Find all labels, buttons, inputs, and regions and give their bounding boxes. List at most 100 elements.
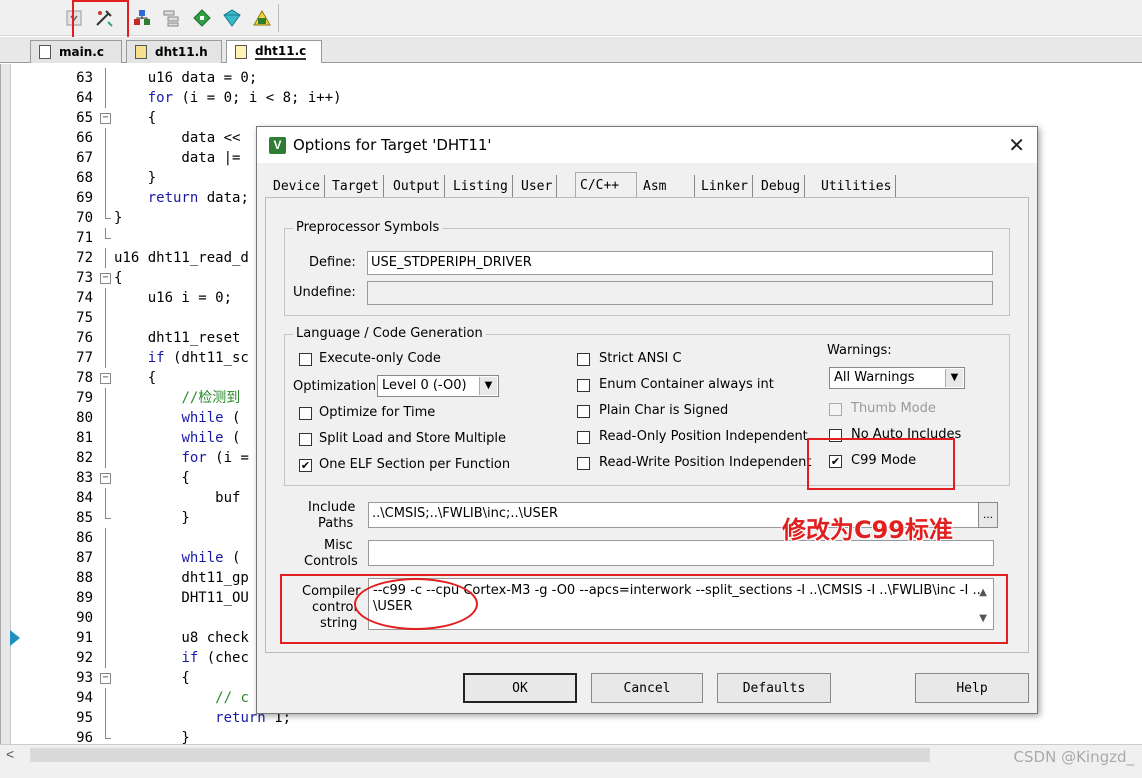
code-text: { <box>114 110 157 126</box>
optimization-value: Level 0 (-O0) <box>382 378 467 393</box>
horizontal-scrollbar[interactable]: < <box>0 744 1142 764</box>
code-text: return data; <box>147 190 249 206</box>
code-text: { <box>114 470 190 486</box>
tab-c-cpp[interactable]: C/C++ <box>575 172 637 197</box>
tab-output[interactable]: Output <box>389 175 445 197</box>
line-number: 67 <box>76 150 93 166</box>
undefine-input[interactable] <box>367 281 993 305</box>
dialog-title-bar[interactable]: V Options for Target 'DHT11' ✕ <box>257 127 1037 163</box>
tab-asm[interactable]: Asm <box>639 175 695 197</box>
tab-label: dht11.h <box>155 45 208 59</box>
include-label-line2: Paths <box>318 516 354 531</box>
enum-container-checkbox[interactable] <box>577 379 590 392</box>
execute-only-label: Execute-only Code <box>319 351 441 366</box>
tab-user[interactable]: User <box>517 175 558 197</box>
code-line[interactable]: 63 u16 data = 0; <box>11 68 1131 88</box>
fold-toggle-icon[interactable]: − <box>100 113 111 124</box>
code-line[interactable]: 64 for (i = 0; i < 8; i++) <box>11 88 1131 108</box>
fold-toggle-icon[interactable]: − <box>100 473 111 484</box>
code-line[interactable]: 65− { <box>11 108 1131 128</box>
fold-guide <box>105 188 106 208</box>
warnings-select[interactable]: All Warnings ▼ <box>829 367 965 389</box>
cancel-button[interactable]: Cancel <box>591 673 703 703</box>
split-load-checkbox[interactable] <box>299 433 312 446</box>
watermark: CSDN @Kingzd_ <box>1013 748 1134 766</box>
execute-only-checkbox[interactable] <box>299 353 312 366</box>
current-line-arrow-icon <box>10 630 20 646</box>
code-text: { <box>114 370 157 386</box>
close-icon[interactable]: ✕ <box>1008 133 1025 157</box>
tab-utilities[interactable]: Utilities <box>817 175 897 197</box>
fold-guide <box>105 488 106 508</box>
ro-pi-checkbox[interactable] <box>577 431 590 444</box>
fold-toggle-icon[interactable]: − <box>100 273 111 284</box>
ok-button[interactable]: OK <box>463 673 577 703</box>
defaults-button[interactable]: Defaults <box>717 673 831 703</box>
toolbar <box>0 0 1142 36</box>
strict-ansi-checkbox[interactable] <box>577 353 590 366</box>
help-button[interactable]: Help <box>915 673 1029 703</box>
fold-toggle-icon[interactable]: − <box>100 673 111 684</box>
line-number: 71 <box>76 230 93 246</box>
fold-end-marker <box>105 228 111 239</box>
fold-guide <box>105 568 106 588</box>
code-text: data << <box>114 130 241 146</box>
one-elf-checkbox[interactable]: ✔ <box>299 459 312 472</box>
optimization-select[interactable]: Level 0 (-O0) ▼ <box>377 375 499 397</box>
line-number: 65 <box>76 110 93 126</box>
code-text: dht11_reset <box>114 330 241 346</box>
fold-guide <box>105 648 106 668</box>
code-text: if (chec <box>181 650 249 666</box>
fold-toggle-icon[interactable]: − <box>100 373 111 384</box>
tab-target[interactable]: Target <box>328 175 384 197</box>
tab-label: main.c <box>59 45 104 59</box>
plain-char-checkbox[interactable] <box>577 405 590 418</box>
line-number: 76 <box>76 330 93 346</box>
strict-ansi-label: Strict ANSI C <box>599 351 682 366</box>
line-number: 86 <box>76 530 93 546</box>
line-number: 85 <box>76 510 93 526</box>
software-packs-icon[interactable] <box>250 6 274 30</box>
line-number: 84 <box>76 490 93 506</box>
plain-char-label: Plain Char is Signed <box>599 403 729 418</box>
manage-components-icon[interactable] <box>130 6 154 30</box>
fold-end-marker <box>105 508 111 519</box>
group-title: Language / Code Generation <box>293 326 486 341</box>
line-number: 81 <box>76 430 93 446</box>
file-tab-bar: main.c dht11.h dht11.c <box>0 37 1142 63</box>
code-text: // c <box>215 690 249 706</box>
scroll-left-icon[interactable]: < <box>6 746 14 762</box>
tab-listing[interactable]: Listing <box>449 175 513 197</box>
fold-guide <box>105 308 106 328</box>
line-number: 66 <box>76 130 93 146</box>
optimize-time-checkbox[interactable] <box>299 407 312 420</box>
fold-guide <box>105 248 106 268</box>
tab-dht11-c[interactable]: dht11.c <box>226 40 322 63</box>
pack-installer-icon[interactable] <box>190 6 214 30</box>
code-text: u16 data = 0; <box>114 70 258 86</box>
fold-guide <box>105 588 106 608</box>
tab-dht11-h[interactable]: dht11.h <box>126 40 222 63</box>
scrollbar-thumb[interactable] <box>30 748 930 762</box>
fold-guide <box>105 68 106 88</box>
code-text: u8 check <box>114 630 249 646</box>
fold-end-marker <box>105 728 111 739</box>
rw-pi-checkbox[interactable] <box>577 457 590 470</box>
tab-linker[interactable]: Linker <box>697 175 753 197</box>
tab-device[interactable]: Device <box>269 175 325 197</box>
preprocessor-symbols-group: Preprocessor Symbols Define: USE_STDPERI… <box>284 220 1010 316</box>
line-number: 83 <box>76 470 93 486</box>
include-label-line1: Include <box>308 500 356 515</box>
tab-debug[interactable]: Debug <box>757 175 806 197</box>
line-number: 91 <box>76 630 93 646</box>
line-number: 87 <box>76 550 93 566</box>
select-packs-icon[interactable] <box>160 6 184 30</box>
line-number: 72 <box>76 250 93 266</box>
tab-main-c[interactable]: main.c <box>30 40 122 63</box>
include-browse-button[interactable]: ... <box>978 502 998 528</box>
line-number: 88 <box>76 570 93 586</box>
fold-guide <box>105 168 106 188</box>
fold-guide <box>105 608 106 628</box>
define-input[interactable]: USE_STDPERIPH_DRIVER <box>367 251 993 275</box>
manage-run-time-env-icon[interactable] <box>220 6 244 30</box>
